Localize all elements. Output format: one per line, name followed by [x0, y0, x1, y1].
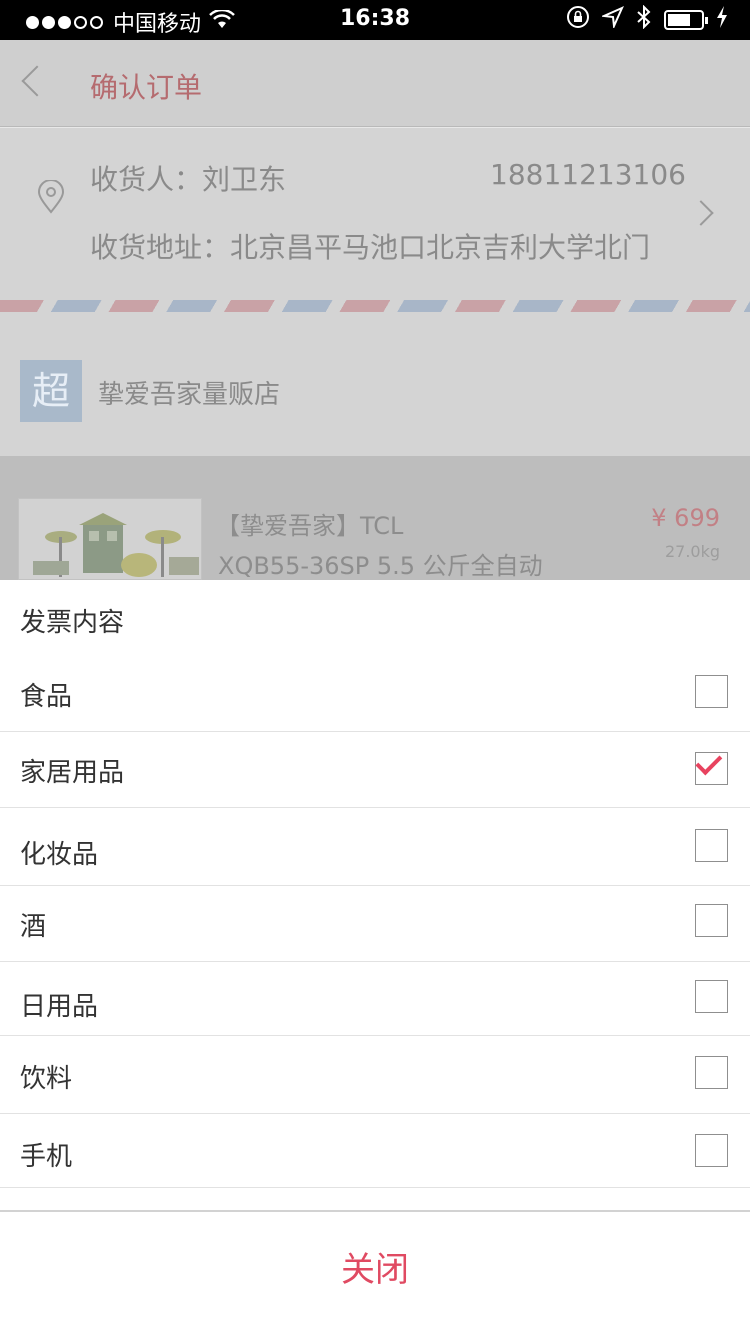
store-header: 超 挚爱吾家量贩店: [0, 332, 750, 456]
checkbox[interactable]: [695, 829, 728, 862]
checkbox[interactable]: [695, 1134, 728, 1167]
bluetooth-icon: [636, 4, 652, 34]
checkmark-icon: [695, 748, 723, 776]
status-icons: [566, 4, 728, 34]
nav-bar: 确认订单: [0, 40, 750, 127]
chevron-right-icon: [688, 200, 714, 226]
option-label: 手机: [20, 1142, 73, 1172]
option-liquor[interactable]: 酒: [0, 886, 750, 962]
recipient-phone: 18811213106: [490, 158, 686, 191]
airmail-border: [0, 300, 750, 312]
checkbox[interactable]: [695, 904, 728, 937]
product-thumbnail: [18, 498, 202, 580]
option-food[interactable]: 食品: [0, 654, 750, 732]
close-button[interactable]: 关闭: [0, 1212, 750, 1334]
checkbox[interactable]: [695, 675, 728, 708]
orientation-lock-icon: [566, 5, 590, 34]
option-label: 家居用品: [20, 758, 125, 788]
option-label: 化妆品: [20, 840, 99, 870]
product-title-line1: 【挚爱吾家】TCL: [216, 512, 404, 540]
supermarket-badge: 超: [20, 360, 82, 422]
option-cosmetics[interactable]: 化妆品: [0, 808, 750, 886]
charging-bolt-icon: [716, 6, 728, 33]
checkbox[interactable]: [695, 1056, 728, 1089]
location-pin-icon: [36, 179, 66, 214]
product-price: ¥ 699: [651, 504, 720, 532]
option-household[interactable]: 家居用品: [0, 732, 750, 808]
option-label: 食品: [20, 682, 73, 712]
option-beverage[interactable]: 饮料: [0, 1036, 750, 1114]
status-bar: 中国移动 16:38: [0, 0, 750, 40]
recipient-name: 收货人：刘卫东: [90, 163, 287, 196]
option-mobile-phone[interactable]: 手机: [0, 1114, 750, 1188]
location-arrow-icon: [600, 6, 624, 33]
address-line: 收货地址：北京昌平马池口北京吉利大学北门: [90, 231, 651, 264]
option-daily-goods[interactable]: 日用品: [0, 962, 750, 1036]
product-item[interactable]: 【挚爱吾家】TCL XQB55-36SP 5.5 公斤全自动 ¥ 699 27.…: [0, 456, 750, 580]
checkbox[interactable]: [695, 980, 728, 1013]
store-name: 挚爱吾家量贩店: [98, 380, 281, 410]
page-title: 确认订单: [90, 71, 203, 104]
checkbox-checked[interactable]: [695, 748, 728, 785]
order-confirm-page: 确认订单 收货人：刘卫东 18811213106 收货地址：北京昌平马池口北京吉…: [0, 40, 750, 580]
battery-icon: [664, 9, 708, 30]
option-label: 酒: [20, 912, 47, 942]
product-weight: 27.0kg: [664, 542, 720, 561]
shipping-address[interactable]: 收货人：刘卫东 18811213106 收货地址：北京昌平马池口北京吉利大学北门: [0, 128, 750, 338]
back-icon[interactable]: [21, 65, 53, 97]
sheet-title: 发票内容: [20, 608, 125, 638]
product-title-line2: XQB55-36SP 5.5 公斤全自动: [218, 552, 543, 580]
option-label: 饮料: [20, 1064, 73, 1094]
option-label: 日用品: [20, 992, 99, 1022]
